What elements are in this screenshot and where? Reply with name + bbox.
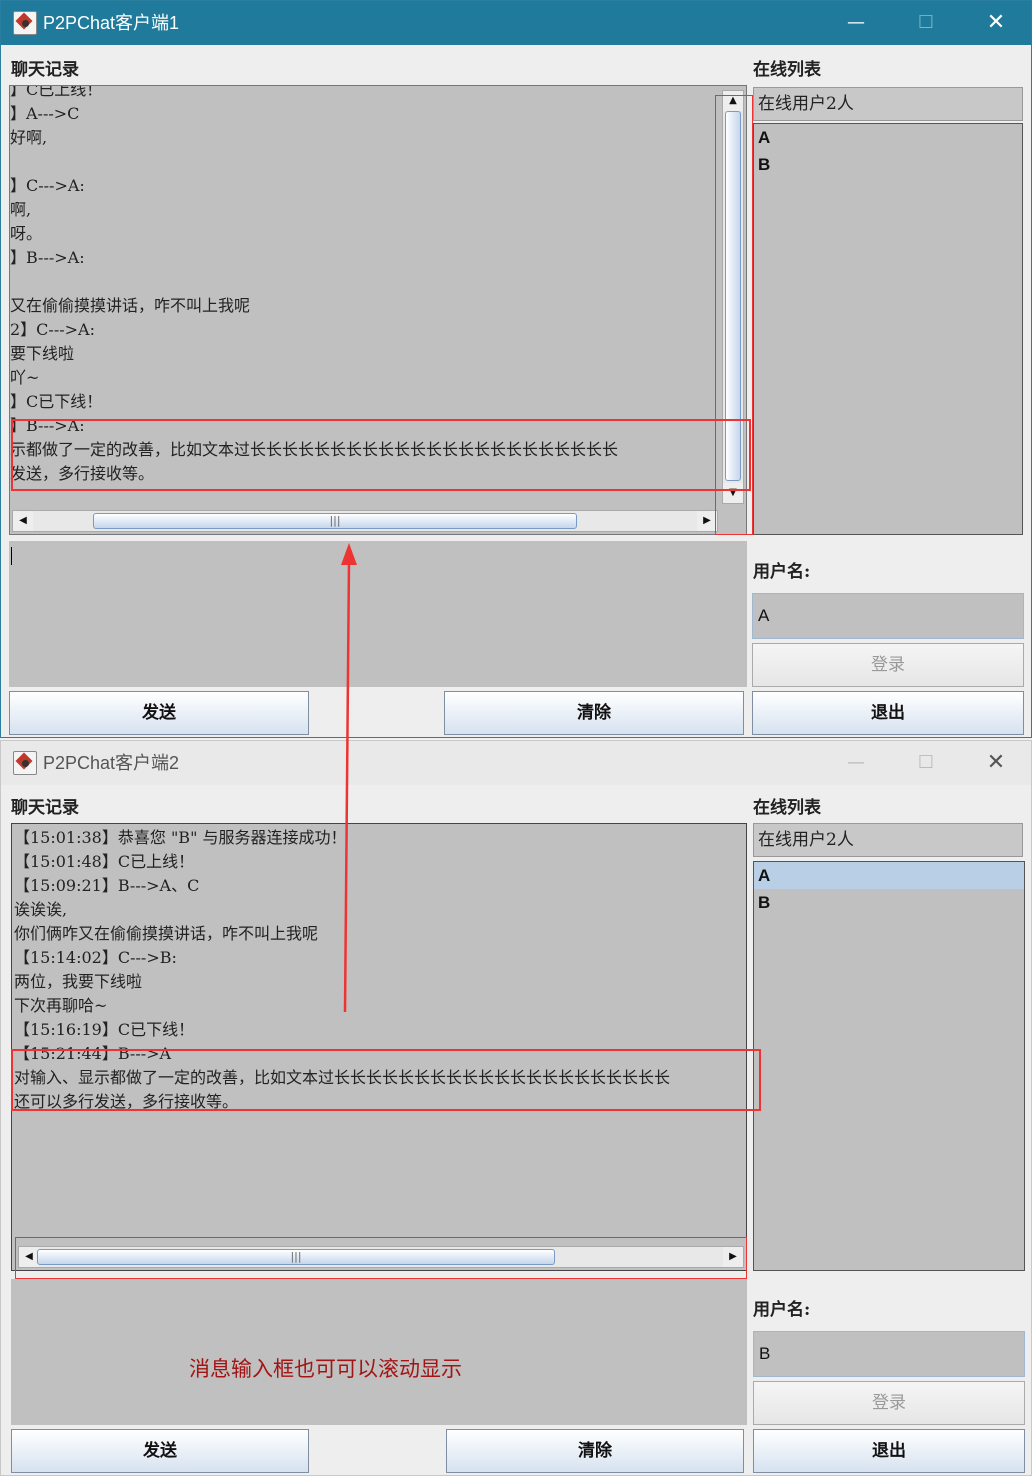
annotation-arrow (341, 543, 357, 1013)
